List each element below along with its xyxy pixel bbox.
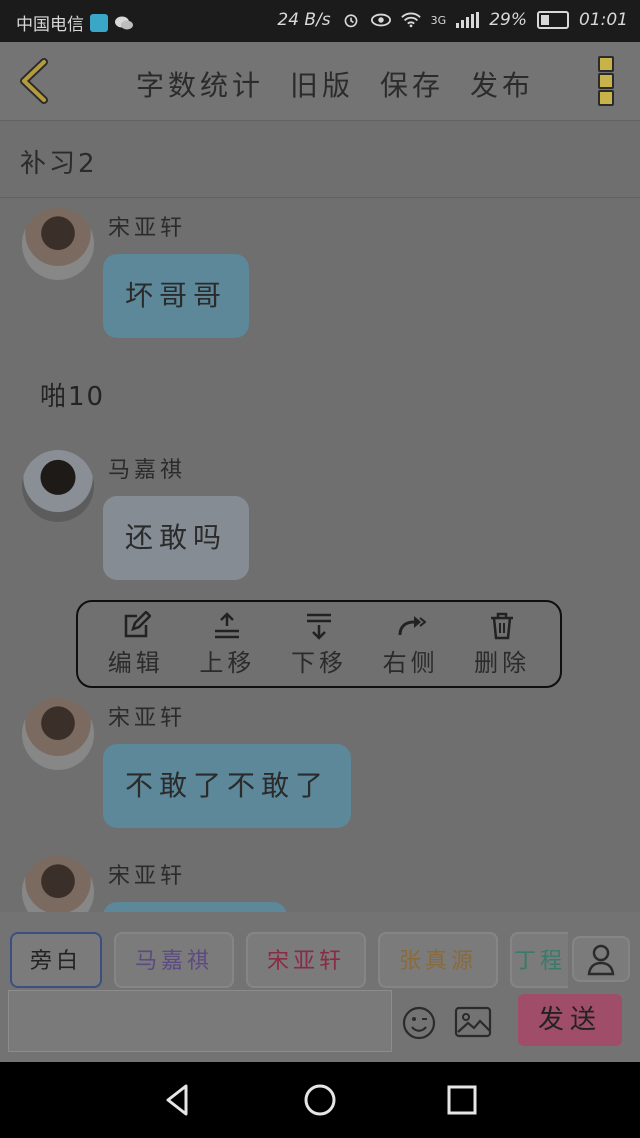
role-button-ma-jiaqi[interactable]: 马嘉祺 xyxy=(114,932,234,988)
forward-arrow-icon xyxy=(398,615,426,635)
network-type: 3G xyxy=(430,13,447,27)
old-version-button[interactable]: 旧版 xyxy=(290,64,354,104)
network-speed: 24 B/s xyxy=(277,10,331,30)
role-button-narrator[interactable]: 旁白 xyxy=(10,932,102,988)
move-up-icon xyxy=(215,611,240,638)
edit-icon xyxy=(124,610,151,637)
document-title[interactable]: 补习2 xyxy=(20,143,98,180)
chat-area[interactable]: 宋亚轩 坏哥哥 啪10 马嘉祺 还敢吗 宋亚轩 不敢了不敢了 宋亚轩 xyxy=(0,198,640,912)
move-down-menu-item[interactable]: 下移 xyxy=(291,611,347,678)
delete-menu-item[interactable]: 删除 xyxy=(474,611,530,678)
battery-icon xyxy=(537,11,569,29)
system-navigation-bar xyxy=(0,1062,640,1138)
signal-icon xyxy=(456,12,480,28)
send-button[interactable]: 发送 xyxy=(518,994,622,1046)
narration-text[interactable]: 啪10 xyxy=(40,376,105,413)
avatar[interactable] xyxy=(22,698,94,770)
emoji-icon[interactable] xyxy=(402,1006,436,1040)
role-selector: 旁白 马嘉祺 宋亚轩 张真源 丁程 xyxy=(0,912,640,990)
trash-icon xyxy=(491,612,514,639)
role-label: 张真源 xyxy=(398,949,477,974)
move-up-label: 上移 xyxy=(199,648,256,677)
role-label: 马嘉祺 xyxy=(134,949,213,974)
role-label: 丁程 xyxy=(513,949,566,974)
right-side-label: 右侧 xyxy=(382,648,439,677)
home-nav-icon[interactable] xyxy=(302,1082,338,1118)
back-arrow-icon[interactable] xyxy=(16,58,52,104)
message-bubble[interactable]: 坏哥哥 xyxy=(103,254,250,338)
sender-name: 宋亚轩 xyxy=(108,706,187,731)
clock: 01:01 xyxy=(579,10,628,30)
composer-bar: 发送 xyxy=(0,990,640,1062)
edit-menu-item[interactable]: 编辑 xyxy=(107,610,164,678)
avatar[interactable] xyxy=(22,856,94,912)
wifi-icon xyxy=(400,12,421,28)
recents-nav-icon[interactable] xyxy=(444,1082,480,1118)
eye-comfort-icon xyxy=(370,13,391,27)
person-icon[interactable] xyxy=(572,936,630,982)
alarm-icon xyxy=(344,14,358,28)
publish-button[interactable]: 发布 xyxy=(470,64,534,104)
role-label: 旁白 xyxy=(29,949,82,974)
message-bubble[interactable]: 不敢了不敢了 xyxy=(103,744,352,828)
document-title-row[interactable]: 补习2 xyxy=(0,121,640,198)
right-side-menu-item[interactable]: 右侧 xyxy=(383,611,439,678)
move-down-icon xyxy=(306,613,331,640)
message-context-menu: 编辑 上移 下移 右侧 删除 xyxy=(76,600,562,688)
battery-percent: 29% xyxy=(489,10,527,30)
top-toolbar: 字数统计 旧版 保存 发布 xyxy=(0,42,640,121)
wechat-icon xyxy=(115,16,133,29)
back-nav-icon[interactable] xyxy=(160,1082,196,1118)
save-button[interactable]: 保存 xyxy=(380,64,444,104)
word-count-button[interactable]: 字数统计 xyxy=(136,64,264,104)
security-app-icon xyxy=(90,13,108,32)
role-button-zhang-zhenyuan[interactable]: 张真源 xyxy=(378,932,498,988)
status-bar: 中国电信 24 B/s 3G 29% 01:01 xyxy=(0,0,640,42)
move-down-label: 下移 xyxy=(290,648,347,677)
role-button-ding-cheng[interactable]: 丁程 xyxy=(510,932,568,988)
sender-name: 宋亚轩 xyxy=(108,216,187,241)
role-button-song-yaxuan[interactable]: 宋亚轩 xyxy=(246,932,366,988)
sender-name: 宋亚轩 xyxy=(108,864,187,889)
more-menu-icon[interactable] xyxy=(598,56,616,106)
delete-label: 删除 xyxy=(474,648,531,677)
carrier-label: 中国电信 xyxy=(16,15,84,35)
message-bubble[interactable]: 还敢吗 xyxy=(103,496,250,580)
image-icon[interactable] xyxy=(454,1006,492,1038)
edit-label: 编辑 xyxy=(107,648,164,677)
move-up-menu-item[interactable]: 上移 xyxy=(199,611,255,678)
message-bubble[interactable] xyxy=(103,902,287,912)
sender-name: 马嘉祺 xyxy=(108,458,187,483)
message-input[interactable] xyxy=(8,990,392,1052)
role-label: 宋亚轩 xyxy=(266,949,345,974)
avatar[interactable] xyxy=(22,450,94,522)
avatar[interactable] xyxy=(22,208,94,280)
